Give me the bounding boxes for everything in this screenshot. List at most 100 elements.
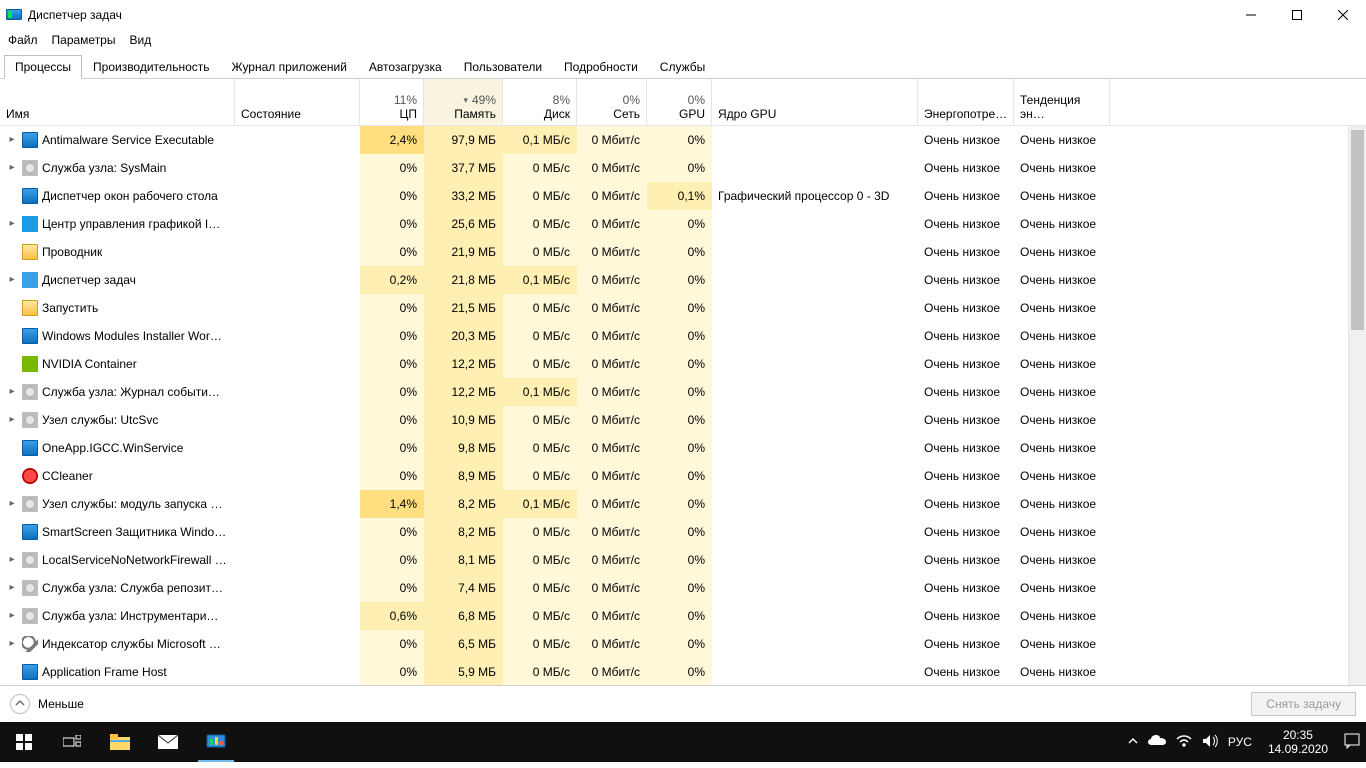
tab-5[interactable]: Подробности xyxy=(553,55,649,79)
cell-memory: 37,7 МБ xyxy=(424,154,503,182)
col-memory[interactable]: ▾49%Память xyxy=(424,79,503,125)
menu-view[interactable]: Вид xyxy=(129,33,151,47)
process-row[interactable]: ▸Проводник0%21,9 МБ0 МБ/с0 Мбит/с0%Очень… xyxy=(0,238,1366,266)
process-row[interactable]: ▸CCleaner0%8,9 МБ0 МБ/с0 Мбит/с0%Очень н… xyxy=(0,462,1366,490)
cell-name: ▸Диспетчер окон рабочего стола xyxy=(0,182,235,210)
cell-name: ▸Application Frame Host xyxy=(0,658,235,685)
process-row[interactable]: ▸Служба узла: SysMain0%37,7 МБ0 МБ/с0 Мб… xyxy=(0,154,1366,182)
tab-6[interactable]: Службы xyxy=(649,55,716,79)
expand-icon[interactable]: ▸ xyxy=(6,602,18,630)
process-row[interactable]: ▸NVIDIA Container0%12,2 МБ0 МБ/с0 Мбит/с… xyxy=(0,350,1366,378)
start-button[interactable] xyxy=(0,722,48,762)
menu-file[interactable]: Файл xyxy=(8,33,38,47)
col-cpu[interactable]: 11%ЦП xyxy=(360,79,424,125)
process-row[interactable]: ▸OneApp.IGCC.WinService0%9,8 МБ0 МБ/с0 М… xyxy=(0,434,1366,462)
tab-4[interactable]: Пользователи xyxy=(453,55,553,79)
process-name: Служба узла: Служба репозит… xyxy=(42,574,223,602)
process-row[interactable]: ▸Antimalware Service Executable2,4%97,9 … xyxy=(0,126,1366,154)
process-row[interactable]: ▸Узел службы: модуль запуска …1,4%8,2 МБ… xyxy=(0,490,1366,518)
col-disk[interactable]: 8%Диск xyxy=(503,79,577,125)
taskbar-explorer[interactable] xyxy=(96,722,144,762)
cell-gpu-engine xyxy=(712,658,918,685)
cell-network: 0 Мбит/с xyxy=(577,630,647,658)
cell-gpu-engine xyxy=(712,406,918,434)
menu-options[interactable]: Параметры xyxy=(52,33,116,47)
cell-memory: 12,2 МБ xyxy=(424,378,503,406)
process-row[interactable]: ▸LocalServiceNoNetworkFirewall …0%8,1 МБ… xyxy=(0,546,1366,574)
col-gpu[interactable]: 0%GPU xyxy=(647,79,712,125)
tab-0[interactable]: Процессы xyxy=(4,55,82,79)
taskbar-taskmgr[interactable] xyxy=(192,722,240,762)
process-row[interactable]: ▸Служба узла: Служба репозит…0%7,4 МБ0 М… xyxy=(0,574,1366,602)
col-network[interactable]: 0%Сеть xyxy=(577,79,647,125)
process-icon xyxy=(22,132,38,148)
cell-power-trend: Очень низкое xyxy=(1014,406,1110,434)
cell-gpu-engine xyxy=(712,126,918,154)
cell-status xyxy=(235,546,360,574)
tray-notifications-icon[interactable] xyxy=(1344,733,1360,752)
process-row[interactable]: ▸Application Frame Host0%5,9 МБ0 МБ/с0 М… xyxy=(0,658,1366,685)
tray-language[interactable]: РУС xyxy=(1228,735,1252,749)
end-task-button[interactable]: Снять задачу xyxy=(1251,692,1356,716)
process-icon xyxy=(22,412,38,428)
tray-onedrive-icon[interactable] xyxy=(1148,735,1166,750)
tray-clock[interactable]: 20:35 14.09.2020 xyxy=(1262,728,1334,756)
close-button[interactable] xyxy=(1320,0,1366,30)
taskview-button[interactable] xyxy=(48,722,96,762)
minimize-button[interactable] xyxy=(1228,0,1274,30)
tab-3[interactable]: Автозагрузка xyxy=(358,55,453,79)
col-power[interactable]: Энергопотре… xyxy=(918,79,1014,125)
cell-power: Очень низкое xyxy=(918,658,1014,685)
cell-gpu: 0% xyxy=(647,378,712,406)
process-row[interactable]: ▸Служба узла: Инструментари…0,6%6,8 МБ0 … xyxy=(0,602,1366,630)
col-status[interactable]: Состояние xyxy=(235,79,360,125)
process-row[interactable]: ▸Запустить0%21,5 МБ0 МБ/с0 Мбит/с0%Очень… xyxy=(0,294,1366,322)
expand-icon[interactable]: ▸ xyxy=(6,406,18,434)
cell-status xyxy=(235,266,360,294)
tray-chevron-up-icon[interactable] xyxy=(1128,735,1138,749)
expand-icon[interactable]: ▸ xyxy=(6,490,18,518)
expand-icon[interactable]: ▸ xyxy=(6,378,18,406)
process-row[interactable]: ▸Windows Modules Installer Wor…0%20,3 МБ… xyxy=(0,322,1366,350)
process-name: Узел службы: UtcSvc xyxy=(42,406,158,434)
tab-1[interactable]: Производительность xyxy=(82,55,220,79)
maximize-button[interactable] xyxy=(1274,0,1320,30)
process-row[interactable]: ▸Диспетчер окон рабочего стола0%33,2 МБ0… xyxy=(0,182,1366,210)
process-row[interactable]: ▸SmartScreen Защитника Windo…0%8,2 МБ0 М… xyxy=(0,518,1366,546)
vertical-scrollbar[interactable] xyxy=(1348,126,1366,685)
cell-status xyxy=(235,322,360,350)
cell-name: ▸Запустить xyxy=(0,294,235,322)
process-name: Индексатор службы Microsoft … xyxy=(42,630,221,658)
titlebar: Диспетчер задач xyxy=(0,0,1366,30)
col-power-trend[interactable]: Тенденция эн… xyxy=(1014,79,1110,125)
cell-power: Очень низкое xyxy=(918,434,1014,462)
process-icon xyxy=(22,272,38,288)
cell-memory: 8,2 МБ xyxy=(424,518,503,546)
process-row[interactable]: ▸Индексатор службы Microsoft …0%6,5 МБ0 … xyxy=(0,630,1366,658)
process-row[interactable]: ▸Узел службы: UtcSvc0%10,9 МБ0 МБ/с0 Мби… xyxy=(0,406,1366,434)
taskbar: РУС 20:35 14.09.2020 xyxy=(0,722,1366,762)
expand-icon[interactable]: ▸ xyxy=(6,546,18,574)
cell-disk: 0 МБ/с xyxy=(503,462,577,490)
expand-icon[interactable]: ▸ xyxy=(6,126,18,154)
col-name[interactable]: Имя xyxy=(0,79,235,125)
cell-name: ▸NVIDIA Container xyxy=(0,350,235,378)
expand-icon[interactable]: ▸ xyxy=(6,574,18,602)
col-gpu-engine[interactable]: Ядро GPU xyxy=(712,79,918,125)
expand-icon[interactable]: ▸ xyxy=(6,154,18,182)
cell-power-trend: Очень низкое xyxy=(1014,238,1110,266)
tray-sound-icon[interactable] xyxy=(1202,734,1218,751)
process-row[interactable]: ▸Служба узла: Журнал событи…0%12,2 МБ0,1… xyxy=(0,378,1366,406)
fewer-details-label[interactable]: Меньше xyxy=(38,697,84,711)
process-row[interactable]: ▸Центр управления графикой I…0%25,6 МБ0 … xyxy=(0,210,1366,238)
expand-icon[interactable]: ▸ xyxy=(6,266,18,294)
tab-2[interactable]: Журнал приложений xyxy=(221,55,358,79)
expand-icon[interactable]: ▸ xyxy=(6,210,18,238)
taskbar-left xyxy=(0,722,240,762)
process-row[interactable]: ▸Диспетчер задач0,2%21,8 МБ0,1 МБ/с0 Мби… xyxy=(0,266,1366,294)
tray-wifi-icon[interactable] xyxy=(1176,735,1192,750)
expand-icon[interactable]: ▸ xyxy=(6,630,18,658)
fewer-details-icon[interactable] xyxy=(10,694,30,714)
scrollbar-thumb[interactable] xyxy=(1351,130,1364,330)
taskbar-mail[interactable] xyxy=(144,722,192,762)
